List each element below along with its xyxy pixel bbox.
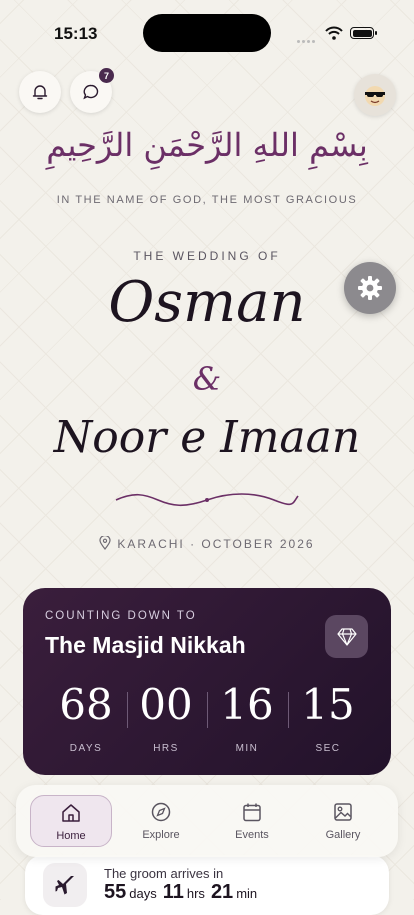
arrival-icon-box	[43, 863, 87, 907]
ampersand: &	[192, 360, 222, 398]
nav-explore[interactable]: Explore	[120, 795, 202, 847]
event-details-button[interactable]	[325, 615, 368, 658]
notifications-button[interactable]	[19, 71, 61, 113]
wedding-subtitle: THE WEDDING OF	[133, 249, 281, 263]
arrival-minutes-unit: min	[236, 886, 258, 901]
event-location: KARACHI · OCTOBER 2026	[0, 534, 414, 551]
nav-home[interactable]: Home	[30, 795, 112, 847]
countdown-minutes-value: 16	[220, 680, 274, 729]
nav-home-label: Home	[56, 830, 86, 842]
countdown-seconds-value: 15	[301, 680, 355, 729]
dynamic-island	[143, 14, 271, 52]
arrival-label: The groom arrives in	[104, 866, 224, 881]
divider-flourish	[115, 493, 299, 507]
home-icon	[62, 804, 80, 822]
countdown-event-title: The Masjid Nikkah	[45, 632, 246, 658]
nav-explore-label: Explore	[142, 829, 180, 841]
nav-gallery-label: Gallery	[325, 829, 361, 841]
nav-events-label: Events	[235, 829, 269, 841]
arrival-days-unit: days	[129, 886, 157, 901]
compass-icon	[151, 802, 171, 822]
battery-icon	[350, 27, 377, 39]
status-bar: 15:13	[0, 0, 414, 60]
countdown-hours: 00 HRS	[125, 680, 207, 754]
chat-icon	[83, 84, 99, 100]
countdown-hours-label: HRS	[153, 743, 179, 754]
countdown-hours-value: 00	[139, 680, 193, 729]
countdown-days: 68 DAYS	[45, 680, 127, 754]
signal-icon	[297, 30, 317, 48]
status-time: 15:13	[54, 24, 98, 43]
bell-icon	[32, 85, 48, 100]
countdown-label: COUNTING DOWN TO	[45, 610, 197, 622]
countdown-card: COUNTING DOWN TO The Masjid Nikkah 68 DA…	[23, 588, 391, 775]
profile-avatar[interactable]	[354, 74, 396, 116]
bismillah-translation: IN THE NAME OF GOD, THE MOST GRACIOUS	[56, 194, 358, 206]
avatar-icon	[365, 86, 385, 106]
nav-events[interactable]: Events	[211, 795, 293, 847]
groom-arrival-card[interactable]: The groom arrives in 55 days 11 hrs 21 min	[25, 855, 389, 915]
arrival-countdown: 55 days 11 hrs 21 min	[104, 881, 263, 904]
bottom-navigation: Home Explore Events Gallery	[16, 785, 398, 857]
countdown-minutes-label: MIN	[235, 743, 259, 754]
gear-icon	[358, 276, 382, 300]
wifi-icon	[325, 26, 343, 40]
countdown-days-value: 68	[59, 680, 113, 729]
countdown-seconds: 15 SEC	[287, 680, 369, 754]
settings-button[interactable]	[344, 262, 396, 314]
message-count-badge: 7	[99, 68, 114, 83]
airplane-icon	[55, 876, 74, 895]
nav-gallery[interactable]: Gallery	[302, 795, 384, 847]
diamond-icon	[336, 627, 357, 646]
location-pin-icon	[99, 534, 112, 550]
arrival-hours-unit: hrs	[186, 886, 205, 901]
calendar-icon	[243, 803, 261, 822]
countdown-days-label: DAYS	[69, 743, 103, 754]
location-text: KARACHI · OCTOBER 2026	[117, 537, 315, 551]
messages-button[interactable]: 7	[70, 68, 114, 113]
bismillah-text: بِسْمِ اللهِ الرَّحْمَنِ الرَّحِيمِ	[46, 126, 368, 164]
image-icon	[334, 803, 352, 821]
countdown-minutes: 16 MIN	[206, 680, 288, 754]
countdown-seconds-label: SEC	[315, 743, 341, 754]
bride-name: Noor e Imaan	[53, 412, 361, 463]
